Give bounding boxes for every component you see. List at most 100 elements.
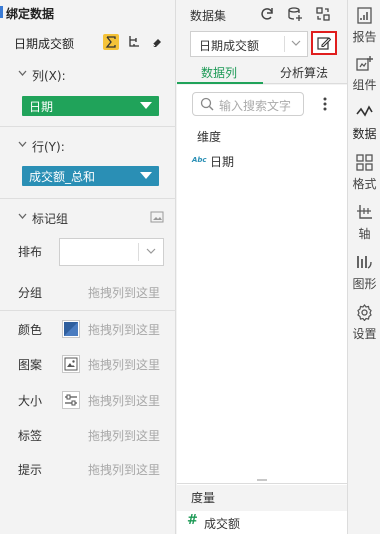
tag-row[interactable]: 标签 拖拽列到这里 (0, 418, 176, 454)
edit-dataset-button[interactable] (311, 31, 337, 55)
rail-item-label: 报告 (352, 30, 377, 44)
title-accent-bar (0, 6, 3, 18)
number-type-icon: # (187, 513, 198, 528)
dimension-field-name: 日期 (210, 155, 235, 169)
tab-data-columns[interactable]: 数据列 (201, 64, 237, 81)
select-separator (138, 243, 139, 261)
rail-item-label: 组件 (352, 78, 377, 92)
search-input[interactable]: 输入搜索文字 (192, 92, 304, 116)
tab-analysis-algorithm[interactable]: 分析算法 (280, 64, 328, 81)
marks-section-header[interactable]: 标记组 (0, 209, 176, 227)
tag-label: 标签 (18, 429, 43, 443)
chevron-down-icon[interactable] (146, 248, 156, 255)
pattern-row[interactable]: 图案 拖拽列到这里 (0, 347, 176, 383)
panel-splitter[interactable] (177, 476, 347, 484)
dataset-tabs: 数据列 分析算法 (177, 60, 347, 84)
rows-section-header[interactable]: 行(Y): (0, 137, 176, 155)
bind-data-panel: 绑定数据 日期成交额 列(X): 日期 行(Y): 成交额_总和 标记组 排布 … (0, 0, 176, 534)
color-label: 颜色 (18, 323, 43, 337)
pill-dropdown-icon[interactable] (140, 172, 152, 179)
rail-item-label: 轴 (358, 227, 371, 241)
pill-dropdown-icon[interactable] (140, 102, 152, 109)
rail-item-data[interactable]: 数据 (348, 101, 380, 147)
dataset-select-value: 日期成交额 (199, 39, 260, 53)
report-icon (357, 7, 372, 24)
color-drop-zone[interactable]: 拖拽列到这里 (88, 321, 160, 338)
divider (0, 126, 176, 127)
eraser-icon[interactable] (149, 34, 165, 50)
active-tab-indicator (177, 82, 263, 84)
data-icon (356, 105, 373, 117)
settings-icon (357, 304, 372, 321)
color-row[interactable]: 颜色 拖拽列到这里 (0, 312, 176, 348)
format-icon (356, 154, 373, 171)
rail-item-settings[interactable]: 设置 (348, 301, 380, 347)
axis-icon (357, 205, 372, 219)
dataset-name: 日期成交额 (14, 37, 75, 51)
right-side-rail: 报告 组件 数据 格式 轴 图形 设置 (347, 0, 380, 534)
group-row[interactable]: 分组 拖拽列到这里 (0, 275, 176, 311)
search-icon (200, 97, 214, 111)
rail-item-report[interactable]: 报告 (348, 4, 380, 50)
measure-field[interactable]: # 成交额 (177, 511, 347, 534)
chevron-down-icon (18, 70, 27, 76)
dataset-select[interactable]: 日期成交额 (190, 31, 308, 57)
layout-label: 排布 (18, 245, 43, 259)
chevron-down-icon[interactable] (291, 40, 301, 47)
color-swatch-icon[interactable] (62, 320, 80, 338)
size-drop-zone[interactable]: 拖拽列到这里 (88, 392, 160, 409)
select-separator (284, 36, 285, 52)
panel-title: 绑定数据 (6, 7, 55, 21)
tip-label: 提示 (18, 463, 43, 477)
rail-item-axis[interactable]: 轴 (348, 201, 380, 247)
rail-item-label: 设置 (352, 327, 377, 341)
dataset-panel: 数据集 日期成交额 数据列 分析算法 输入搜索文字 维度 Abc 日期 度量 #… (177, 0, 347, 534)
tip-row[interactable]: 提示 拖拽列到这里 (0, 452, 176, 488)
rail-item-graph[interactable]: 图形 (348, 251, 380, 297)
measure-header: 度量 (191, 491, 216, 505)
columns-field-pill[interactable]: 日期 (22, 96, 159, 116)
size-slider-icon[interactable] (62, 391, 80, 409)
size-row[interactable]: 大小 拖拽列到这里 (0, 383, 176, 419)
edit-icon (317, 37, 331, 50)
more-options-icon[interactable] (323, 97, 327, 111)
chevron-down-icon (18, 141, 27, 147)
columns-label: 列(X): (32, 69, 66, 83)
add-dataset-icon[interactable] (287, 6, 303, 22)
refresh-icon[interactable] (259, 6, 275, 22)
marks-label: 标记组 (32, 212, 69, 226)
rail-item-label: 数据 (352, 127, 377, 141)
rows-field-pill[interactable]: 成交额_总和 (22, 166, 159, 186)
search-placeholder: 输入搜索文字 (219, 99, 292, 113)
divider (0, 198, 176, 199)
layout-select[interactable] (59, 238, 164, 266)
graph-icon (357, 256, 372, 269)
group-drop-zone[interactable]: 拖拽列到这里 (88, 284, 160, 301)
dimension-header: 维度 (197, 130, 222, 144)
pattern-label: 图案 (18, 358, 43, 372)
sum-icon[interactable] (103, 34, 119, 50)
component-icon (356, 56, 373, 71)
tip-drop-zone[interactable]: 拖拽列到这里 (88, 461, 160, 478)
hierarchy-icon[interactable] (126, 34, 142, 50)
dataset-row: 日期成交额 (6, 34, 171, 52)
chevron-down-icon (18, 213, 27, 219)
dataset-panel-title: 数据集 (190, 9, 227, 23)
tag-drop-zone[interactable]: 拖拽列到这里 (88, 427, 160, 444)
rail-item-label: 格式 (352, 177, 377, 191)
columns-field-name: 日期 (29, 100, 54, 114)
image-icon[interactable] (150, 210, 164, 224)
columns-section-header[interactable]: 列(X): (0, 66, 176, 84)
pattern-icon[interactable] (62, 355, 80, 373)
size-label: 大小 (18, 394, 43, 408)
measure-field-name: 成交额 (204, 517, 241, 531)
rail-item-label: 图形 (352, 277, 377, 291)
group-label: 分组 (18, 286, 43, 300)
fields-list: 输入搜索文字 维度 Abc 日期 (177, 85, 347, 485)
rail-item-component[interactable]: 组件 (348, 52, 380, 98)
switch-dataset-icon[interactable] (315, 6, 331, 22)
pattern-drop-zone[interactable]: 拖拽列到这里 (88, 356, 160, 373)
rail-item-format[interactable]: 格式 (348, 151, 380, 197)
splitter-grip-icon[interactable] (257, 479, 267, 481)
text-type-icon: Abc (192, 156, 207, 164)
